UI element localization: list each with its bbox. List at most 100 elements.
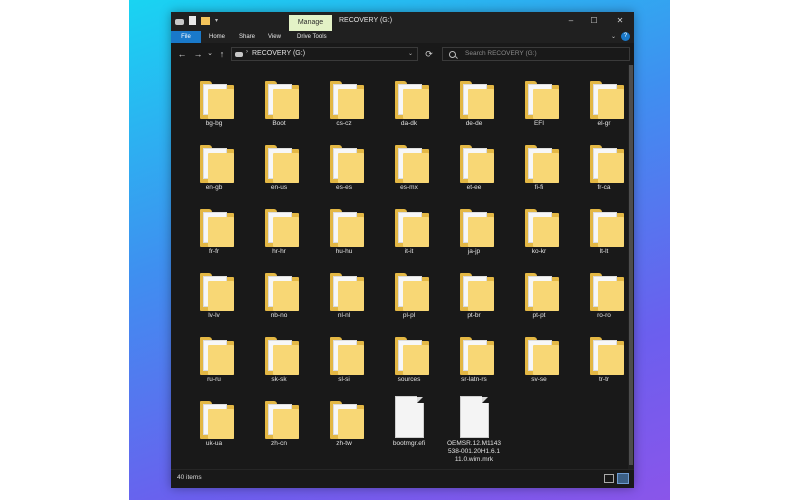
- file-item[interactable]: bootmgr.efi: [379, 393, 439, 455]
- folder-item[interactable]: en-gb: [184, 137, 244, 199]
- folder-item[interactable]: en-us: [249, 137, 309, 199]
- folder-icon: [395, 209, 429, 247]
- minimize-button[interactable]: –: [562, 14, 580, 28]
- folder-item[interactable]: pl-pl: [379, 265, 439, 327]
- address-bar[interactable]: › RECOVERY (G:) ⌄: [231, 47, 418, 61]
- properties-icon[interactable]: [189, 16, 196, 25]
- folder-item[interactable]: da-dk: [379, 73, 439, 135]
- tab-manage[interactable]: Manage: [289, 15, 332, 31]
- folder-item[interactable]: lv-lv: [184, 265, 244, 327]
- item-label: zh-cn: [271, 440, 287, 447]
- folder-item[interactable]: fr-fr: [184, 201, 244, 263]
- folder-item[interactable]: pt-pt: [509, 265, 569, 327]
- folder-item[interactable]: cs-cz: [314, 73, 374, 135]
- item-label: pt-br: [467, 312, 481, 319]
- folder-item[interactable]: sk-sk: [249, 329, 309, 391]
- folder-item[interactable]: tr-tr: [574, 329, 634, 391]
- breadcrumb[interactable]: RECOVERY (G:): [252, 50, 305, 57]
- item-label: Boot: [272, 120, 286, 127]
- forward-button[interactable]: →: [191, 47, 205, 61]
- item-label: cs-cz: [336, 120, 352, 127]
- folder-item[interactable]: sl-si: [314, 329, 374, 391]
- folder-item[interactable]: lt-lt: [574, 201, 634, 263]
- folder-item[interactable]: de-de: [444, 73, 504, 135]
- back-button[interactable]: ←: [175, 47, 189, 61]
- close-button[interactable]: ✕: [611, 14, 629, 28]
- item-label: sr-latn-rs: [461, 376, 487, 383]
- folder-icon: [525, 145, 559, 183]
- file-list[interactable]: bg-bg Boot cs-cz da-dk de-de EFI el-gr en-gb en-…: [171, 65, 634, 469]
- folder-item[interactable]: fi-fi: [509, 137, 569, 199]
- folder-item[interactable]: ro-ro: [574, 265, 634, 327]
- item-label: nl-nl: [337, 312, 351, 319]
- folder-item[interactable]: ja-jp: [444, 201, 504, 263]
- folder-item[interactable]: it-it: [379, 201, 439, 263]
- folder-icon: [395, 273, 429, 311]
- tab-drive-tools[interactable]: Drive Tools: [297, 31, 327, 43]
- new-folder-icon[interactable]: [201, 16, 210, 25]
- folder-item[interactable]: el-gr: [574, 73, 634, 135]
- help-icon[interactable]: ?: [621, 32, 630, 41]
- folder-icon: [330, 209, 364, 247]
- breadcrumb-separator[interactable]: ›: [246, 49, 248, 55]
- tab-home[interactable]: Home: [209, 31, 225, 43]
- tab-share[interactable]: Share: [239, 31, 255, 43]
- tab-file[interactable]: File: [171, 31, 201, 43]
- folder-icon: [330, 81, 364, 119]
- item-label: da-dk: [400, 120, 418, 127]
- folder-item[interactable]: nb-no: [249, 265, 309, 327]
- details-view-icon[interactable]: [604, 474, 614, 483]
- folder-icon: [460, 337, 494, 375]
- large-icons-view-icon[interactable]: [617, 473, 629, 484]
- file-explorer-window: ▾ Manage RECOVERY (G:) – ☐ ✕ File Home S…: [171, 12, 634, 488]
- folder-item[interactable]: sv-se: [509, 329, 569, 391]
- refresh-button[interactable]: ⟳: [422, 47, 436, 61]
- folder-item[interactable]: fr-ca: [574, 137, 634, 199]
- quick-access-toolbar: ▾: [175, 16, 218, 25]
- chevron-down-icon[interactable]: ⌄: [408, 50, 413, 57]
- folder-item[interactable]: zh-tw: [314, 393, 374, 455]
- folder-item[interactable]: es-es: [314, 137, 374, 199]
- folder-item[interactable]: hu-hu: [314, 201, 374, 263]
- item-label: zh-tw: [336, 440, 352, 447]
- folder-item[interactable]: pt-br: [444, 265, 504, 327]
- maximize-button[interactable]: ☐: [585, 14, 603, 28]
- folder-item[interactable]: Boot: [249, 73, 309, 135]
- drive-icon[interactable]: [175, 18, 184, 25]
- folder-item[interactable]: bg-bg: [184, 73, 244, 135]
- folder-icon: [200, 209, 234, 247]
- folder-icon: [200, 145, 234, 183]
- folder-item[interactable]: sr-latn-rs: [444, 329, 504, 391]
- expand-ribbon-icon[interactable]: ⌄: [611, 31, 616, 43]
- up-button[interactable]: ↑: [216, 47, 228, 61]
- folder-icon: [460, 273, 494, 311]
- search-icon: [449, 51, 456, 58]
- folder-icon: [525, 337, 559, 375]
- folder-icon: [460, 209, 494, 247]
- recent-locations-button[interactable]: ⌄: [205, 47, 215, 61]
- folder-item[interactable]: ko-kr: [509, 201, 569, 263]
- scrollbar-thumb[interactable]: [629, 65, 633, 465]
- folder-item[interactable]: zh-cn: [249, 393, 309, 455]
- tab-view[interactable]: View: [268, 31, 281, 43]
- folder-item[interactable]: et-ee: [444, 137, 504, 199]
- folder-item[interactable]: uk-ua: [184, 393, 244, 455]
- item-label: uk-ua: [205, 440, 223, 447]
- folder-item[interactable]: sources: [379, 329, 439, 391]
- item-label: sv-se: [531, 376, 547, 383]
- file-item[interactable]: OEMSR.12.M1143 538-001.20H1.6.1 11.0.wim.m…: [444, 393, 504, 463]
- folder-icon: [200, 273, 234, 311]
- item-label: ko-kr: [531, 248, 547, 255]
- status-bar: 40 items: [171, 469, 634, 488]
- folder-icon: [200, 81, 234, 119]
- vertical-scrollbar[interactable]: [628, 65, 634, 469]
- folder-item[interactable]: ru-ru: [184, 329, 244, 391]
- search-input[interactable]: Search RECOVERY (G:): [442, 47, 630, 61]
- folder-item[interactable]: hr-hr: [249, 201, 309, 263]
- title-bar: ▾ Manage RECOVERY (G:) – ☐ ✕: [171, 12, 634, 31]
- folder-item[interactable]: es-mx: [379, 137, 439, 199]
- folder-item[interactable]: nl-nl: [314, 265, 374, 327]
- customize-toolbar-icon[interactable]: ▾: [215, 17, 218, 24]
- folder-item[interactable]: EFI: [509, 73, 569, 135]
- folder-icon: [200, 337, 234, 375]
